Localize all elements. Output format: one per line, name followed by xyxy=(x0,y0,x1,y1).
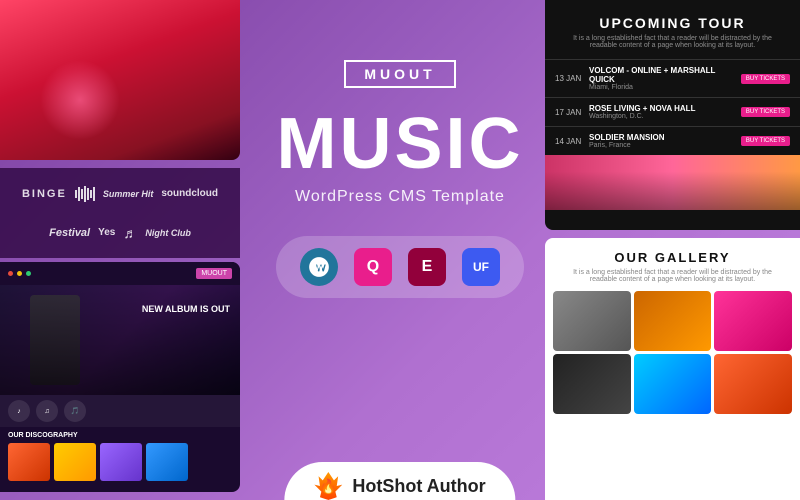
gallery-item-4 xyxy=(553,354,631,414)
wordpress-icon: W xyxy=(300,248,338,286)
preview-guitarist xyxy=(30,295,80,385)
quix-icon: Q xyxy=(354,248,392,286)
discography-grid xyxy=(8,443,232,481)
logo-festival: Festival xyxy=(49,227,90,239)
logo-summer: Summer Hit xyxy=(103,189,154,199)
hotshot-flame-icon: 🔥 xyxy=(314,472,342,500)
logo-nightclub: Night Club xyxy=(145,228,191,238)
website-preview: MUOUT NEW ALBUM IS OUT ♪ ♫ 🎵 OUR DISCOGR… xyxy=(0,262,240,492)
uf-icon: UF xyxy=(462,248,500,286)
theme-type: WordPress CMS Template xyxy=(295,188,505,206)
gallery-title: OUR GALLERY xyxy=(545,238,800,269)
tour-venue-3: SOLDIER MANSION xyxy=(589,133,735,142)
preview-hero-section: NEW ALBUM IS OUT xyxy=(0,285,240,395)
buy-tickets-3[interactable]: BUY TICKETS xyxy=(741,136,790,146)
gallery-subtitle: It is a long established fact that a rea… xyxy=(545,269,800,283)
logo-strip: BINGE Summer Hit soundcloud Festival Yes… xyxy=(0,168,240,258)
logo-soundcloud: soundcloud xyxy=(161,188,218,199)
preview-nav-button[interactable]: MUOUT xyxy=(196,268,232,279)
gallery-item-6 xyxy=(714,354,792,414)
browser-dot-minimize xyxy=(17,271,22,276)
tour-city-1: Miami, Florida xyxy=(589,84,735,91)
tour-image xyxy=(545,155,800,210)
svg-text:W: W xyxy=(315,263,324,273)
upcoming-tour-section: UPCOMING TOUR It is a long established f… xyxy=(545,0,800,230)
browser-dot-close xyxy=(8,271,13,276)
logo-binge: BINGE xyxy=(22,188,67,200)
tour-date-3: 14 JAN xyxy=(555,137,583,146)
elementor-icon: E xyxy=(408,248,446,286)
tour-city-2: Washington, D.C. xyxy=(589,113,735,120)
tour-date-1: 13 JAN xyxy=(555,74,583,83)
preview-icon-1: ♪ xyxy=(8,400,30,422)
disc-item-4 xyxy=(146,443,188,481)
tour-city-3: Paris, France xyxy=(589,142,735,149)
tour-title: UPCOMING TOUR xyxy=(545,0,800,35)
tour-info-1: VOLCOM - ONLINE + MARSHALL QUICK Miami, … xyxy=(589,66,735,91)
tour-venue-1: VOLCOM - ONLINE + MARSHALL QUICK xyxy=(589,66,735,84)
browser-dot-expand xyxy=(26,271,31,276)
tour-row-3: 14 JAN SOLDIER MANSION Paris, France BUY… xyxy=(545,126,800,155)
tour-date-2: 17 JAN xyxy=(555,108,583,117)
main-title: MUSIC xyxy=(277,108,524,180)
hotshot-label: HotShot Author xyxy=(352,476,485,497)
hotshot-author-badge[interactable]: 🔥 HotShot Author xyxy=(284,462,515,500)
preview-discography: OUR DISCOGRAPHY xyxy=(0,427,240,486)
gallery-item-3 xyxy=(714,291,792,351)
hero-image xyxy=(0,0,240,160)
buy-tickets-1[interactable]: BUY TICKETS xyxy=(741,74,790,84)
tour-venue-2: ROSE LIVING + NOVA HALL xyxy=(589,104,735,113)
preview-feature-icons: ♪ ♫ 🎵 xyxy=(0,395,240,427)
tour-image-overlay xyxy=(545,155,800,210)
tour-subtitle: It is a long established fact that a rea… xyxy=(545,35,800,49)
disc-item-1 xyxy=(8,443,50,481)
preview-browser-bar: MUOUT xyxy=(0,262,240,285)
theme-badge: MUOUT xyxy=(344,60,455,88)
logo-soundwave xyxy=(75,186,95,202)
tour-row-2: 17 JAN ROSE LIVING + NOVA HALL Washingto… xyxy=(545,97,800,126)
gallery-grid xyxy=(545,291,800,422)
tour-info-2: ROSE LIVING + NOVA HALL Washington, D.C. xyxy=(589,104,735,120)
gallery-item-2 xyxy=(634,291,712,351)
preview-icon-2: ♫ xyxy=(36,400,58,422)
gallery-item-1 xyxy=(553,291,631,351)
tour-row-1: 13 JAN VOLCOM - ONLINE + MARSHALL QUICK … xyxy=(545,59,800,97)
preview-hero-text: NEW ALBUM IS OUT xyxy=(142,305,230,315)
logo-yes: Yes xyxy=(98,227,115,238)
discography-title: OUR DISCOGRAPHY xyxy=(8,432,232,439)
gallery-item-5 xyxy=(634,354,712,414)
buy-tickets-2[interactable]: BUY TICKETS xyxy=(741,107,790,117)
disc-item-2 xyxy=(54,443,96,481)
gallery-section: OUR GALLERY It is a long established fac… xyxy=(545,238,800,500)
center-content: MUOUT MUSIC WordPress CMS Template W Q E… xyxy=(260,60,540,318)
preview-icon-3: 🎵 xyxy=(64,400,86,422)
disc-item-3 xyxy=(100,443,142,481)
logo-music-note: ♬ xyxy=(123,225,137,241)
tech-icons-bar: W Q E UF xyxy=(276,236,524,298)
tour-info-3: SOLDIER MANSION Paris, France xyxy=(589,133,735,149)
